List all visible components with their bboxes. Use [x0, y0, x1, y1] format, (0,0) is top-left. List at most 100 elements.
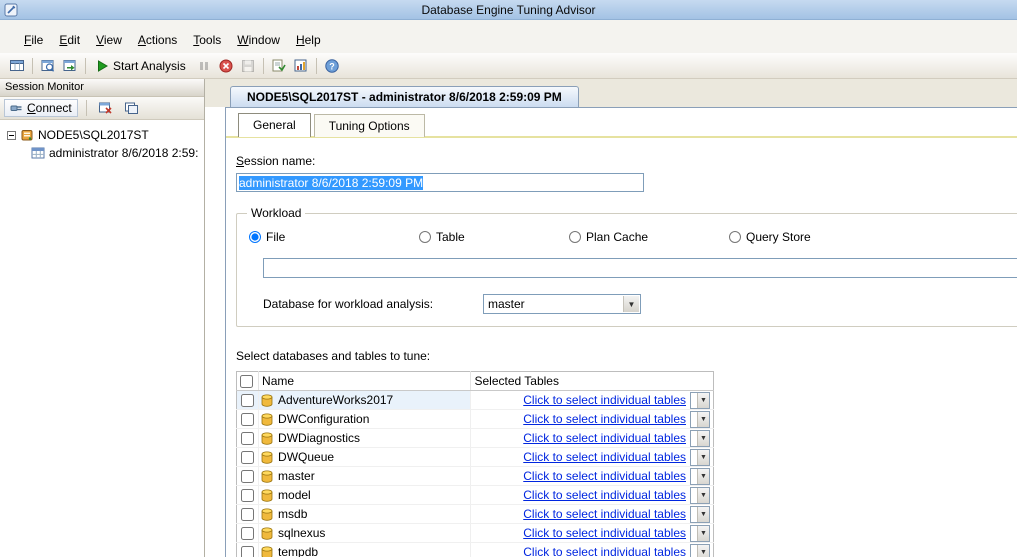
workload-legend: Workload	[247, 206, 305, 220]
menu-file[interactable]: File	[16, 30, 51, 51]
delete-session-icon[interactable]	[95, 98, 117, 119]
radio-plan-cache-input[interactable]	[569, 231, 581, 243]
start-analysis-label: Start Analysis	[113, 59, 186, 73]
workload-database-value: master	[488, 297, 525, 311]
select-tables-link[interactable]: Click to select individual tables	[523, 507, 686, 521]
database-icon	[261, 489, 273, 502]
row-checkbox[interactable]	[241, 413, 254, 426]
row-checkbox[interactable]	[241, 470, 254, 483]
database-name: AdventureWorks2017	[278, 393, 393, 407]
workload-database-combobox[interactable]: master ▼	[483, 294, 641, 314]
select-tables-link[interactable]: Click to select individual tables	[523, 488, 686, 502]
row-checkbox[interactable]	[241, 508, 254, 521]
radio-query-store[interactable]: Query Store	[729, 230, 889, 244]
column-header-name[interactable]: Name	[259, 372, 471, 391]
table-row: sqlnexus Click to select individual tabl…	[237, 524, 714, 543]
tables-dropdown[interactable]: ▼	[690, 525, 710, 542]
chevron-down-icon: ▼	[697, 431, 709, 446]
select-tables-link[interactable]: Click to select individual tables	[523, 545, 686, 557]
tables-dropdown[interactable]: ▼	[690, 392, 710, 409]
toolbar-separator	[85, 58, 86, 74]
chevron-down-icon: ▼	[697, 469, 709, 484]
select-tables-link[interactable]: Click to select individual tables	[523, 469, 686, 483]
select-tables-link[interactable]: Click to select individual tables	[523, 412, 686, 426]
general-tab-content: Session name: administrator 8/6/2018 2:5…	[226, 138, 1017, 557]
window-title: Database Engine Tuning Advisor	[421, 3, 595, 17]
database-icon	[261, 546, 273, 557]
menu-edit[interactable]: Edit	[51, 30, 88, 51]
stop-analysis-icon[interactable]	[215, 55, 237, 76]
start-analysis-button[interactable]: Start Analysis	[90, 55, 193, 76]
tab-general[interactable]: General	[238, 113, 311, 137]
menu-help[interactable]: Help	[288, 30, 329, 51]
tables-dropdown[interactable]: ▼	[690, 449, 710, 466]
document-tab[interactable]: NODE5\SQL2017ST - administrator 8/6/2018…	[230, 86, 579, 107]
radio-file-input[interactable]	[249, 231, 261, 243]
workload-groupbox: Workload File Table	[236, 206, 1017, 327]
menu-tools[interactable]: Tools	[185, 30, 229, 51]
row-checkbox[interactable]	[241, 489, 254, 502]
table-row: model Click to select individual tables ▼	[237, 486, 714, 505]
radio-plan-cache[interactable]: Plan Cache	[569, 230, 729, 244]
tables-dropdown[interactable]: ▼	[690, 544, 710, 557]
tables-dropdown[interactable]: ▼	[690, 506, 710, 523]
select-tables-link[interactable]: Click to select individual tables	[523, 431, 686, 445]
session-name-label: Session name:	[236, 154, 315, 168]
export-results-icon[interactable]	[59, 55, 81, 76]
tree-node-session[interactable]: administrator 8/6/2018 2:59:	[4, 144, 204, 162]
reports-icon[interactable]	[290, 55, 312, 76]
workload-database-label: Database for workload analysis:	[263, 297, 483, 311]
radio-table[interactable]: Table	[419, 230, 569, 244]
svg-text:?: ?	[329, 61, 335, 71]
menu-view[interactable]: View	[88, 30, 130, 51]
connect-button[interactable]: Connect	[4, 99, 78, 117]
radio-file[interactable]: File	[249, 230, 419, 244]
row-checkbox[interactable]	[241, 451, 254, 464]
server-icon	[20, 128, 34, 142]
database-icon	[261, 508, 273, 521]
session-monitor-toolbar: Connect	[0, 97, 204, 120]
tables-dropdown[interactable]: ▼	[690, 487, 710, 504]
session-name-input[interactable]: administrator 8/6/2018 2:59:09 PM	[236, 173, 644, 192]
workload-file-input[interactable]	[263, 258, 1017, 278]
radio-plan-cache-label: Plan Cache	[586, 230, 648, 244]
tables-dropdown[interactable]: ▼	[690, 411, 710, 428]
tables-dropdown[interactable]: ▼	[690, 468, 710, 485]
database-name: model	[278, 488, 311, 502]
table-header-row: Name Selected Tables	[237, 372, 714, 391]
tables-dropdown[interactable]: ▼	[690, 430, 710, 447]
new-session-icon[interactable]	[6, 55, 28, 76]
session-content-panel: General Tuning Options Session name: adm…	[225, 107, 1017, 557]
import-workload-icon[interactable]	[37, 55, 59, 76]
tab-tuning-options[interactable]: Tuning Options	[314, 114, 425, 137]
apply-recommendations-icon[interactable]	[268, 55, 290, 76]
radio-query-store-input[interactable]	[729, 231, 741, 243]
row-checkbox[interactable]	[241, 527, 254, 540]
select-tables-link[interactable]: Click to select individual tables	[523, 393, 686, 407]
row-checkbox[interactable]	[241, 546, 254, 557]
database-name: tempdb	[278, 545, 318, 557]
radio-table-input[interactable]	[419, 231, 431, 243]
select-tables-link[interactable]: Click to select individual tables	[523, 450, 686, 464]
clone-session-icon[interactable]	[121, 98, 143, 119]
chevron-down-icon[interactable]: ▼	[623, 296, 639, 312]
radio-file-label: File	[266, 230, 285, 244]
help-icon[interactable]: ?	[321, 55, 343, 76]
database-name: sqlnexus	[278, 526, 325, 540]
row-checkbox[interactable]	[241, 394, 254, 407]
table-row: DWQueue Click to select individual table…	[237, 448, 714, 467]
play-icon	[97, 60, 108, 72]
select-tables-link[interactable]: Click to select individual tables	[523, 526, 686, 540]
chevron-down-icon: ▼	[697, 488, 709, 503]
select-all-checkbox[interactable]	[240, 375, 253, 388]
column-header-selected-tables[interactable]: Selected Tables	[471, 372, 714, 391]
chevron-down-icon: ▼	[697, 507, 709, 522]
database-icon	[261, 394, 273, 407]
menu-actions[interactable]: Actions	[130, 30, 185, 51]
menu-window[interactable]: Window	[229, 30, 288, 51]
table-row: DWConfiguration Click to select individu…	[237, 410, 714, 429]
tree-node-server[interactable]: NODE5\SQL2017ST	[4, 126, 204, 144]
chevron-down-icon: ▼	[697, 545, 709, 557]
row-checkbox[interactable]	[241, 432, 254, 445]
collapse-expander-icon[interactable]	[7, 131, 16, 140]
